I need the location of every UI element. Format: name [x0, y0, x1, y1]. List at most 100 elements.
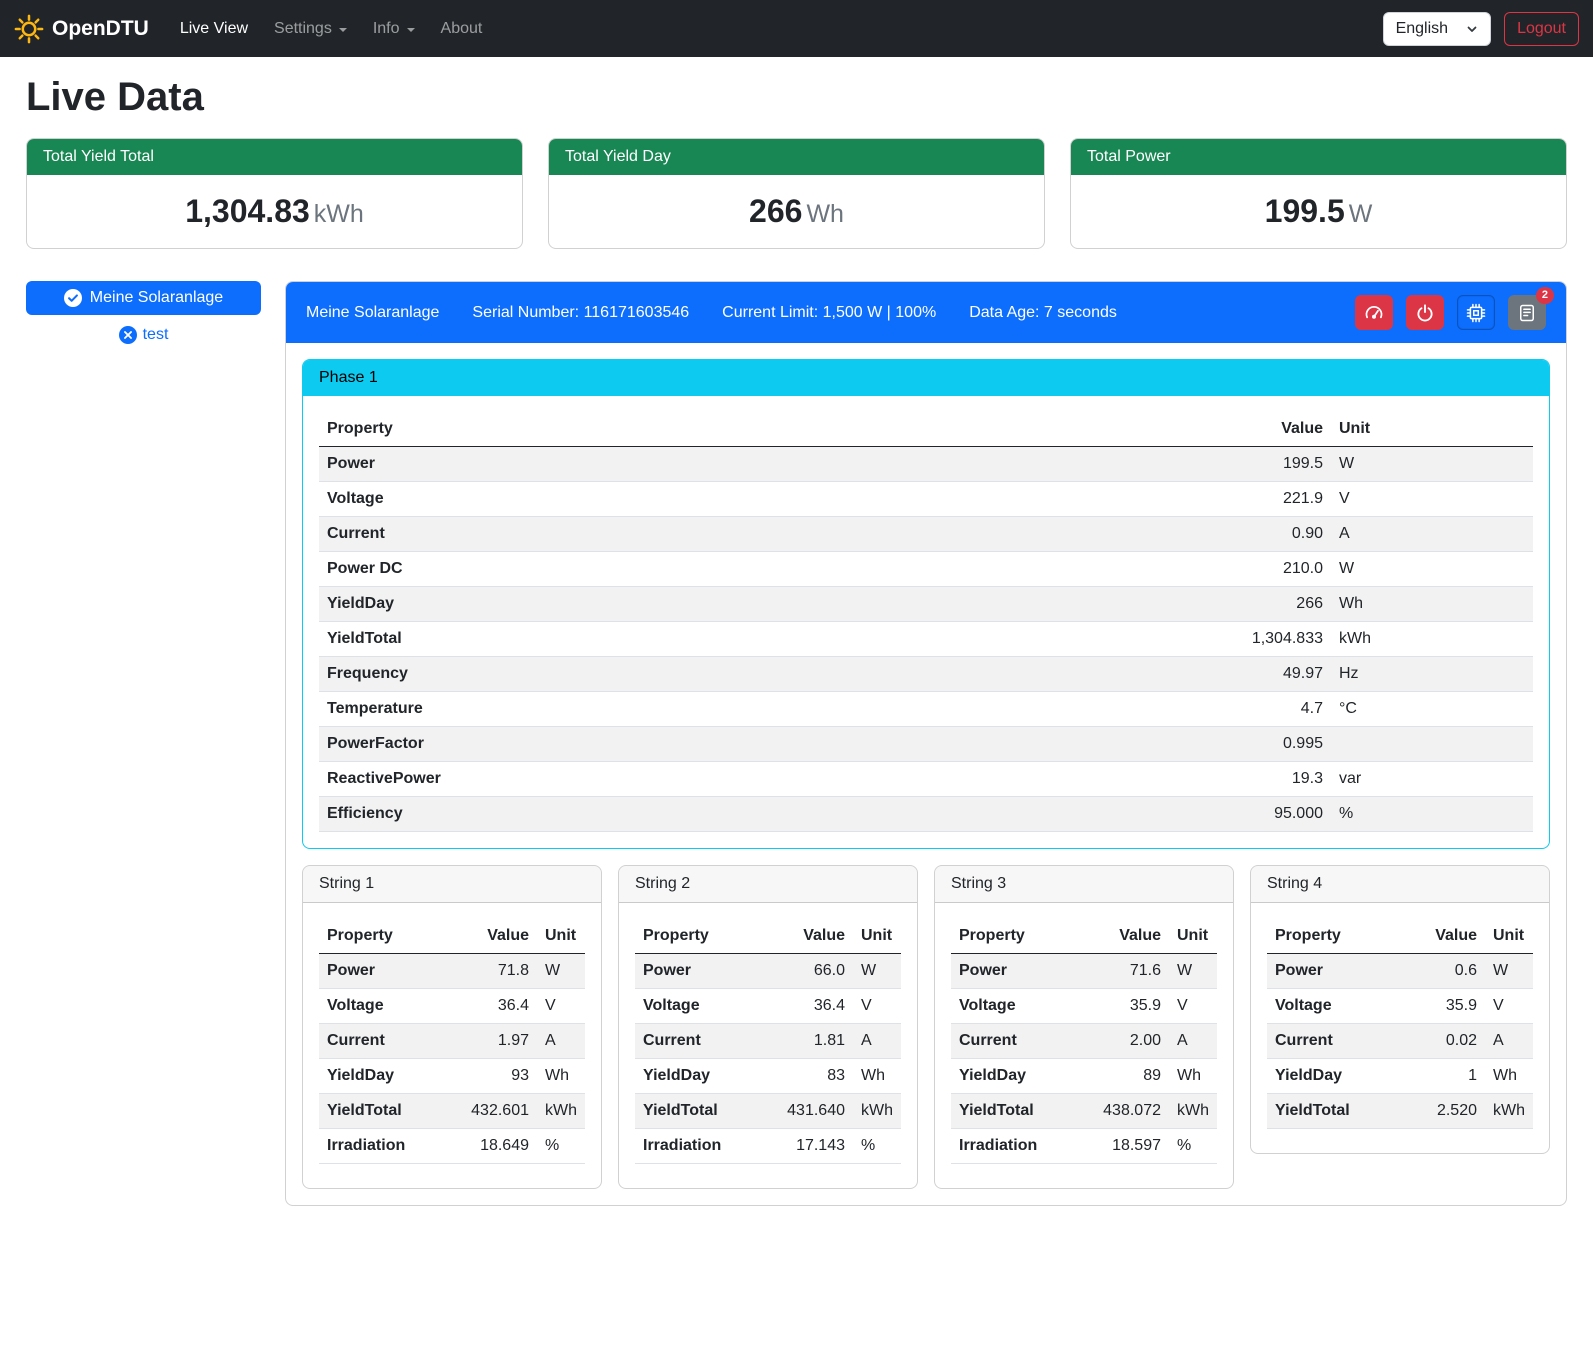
unit-cell: %: [853, 1129, 901, 1164]
speedometer-icon: [1364, 303, 1384, 323]
string-table: Property Value Unit Power0.6W Voltage35.…: [1267, 919, 1533, 1129]
device-info-button[interactable]: [1457, 295, 1495, 330]
string-card-3: String 3 Property Value Unit: [934, 865, 1234, 1189]
chevron-down-icon: [1466, 23, 1478, 35]
value-cell: 17.143: [757, 1129, 853, 1164]
property-cell: Voltage: [951, 989, 1073, 1024]
brand[interactable]: OpenDTU: [14, 14, 149, 44]
chevron-down-icon: [339, 28, 347, 32]
table-header-row: Property Value Unit: [951, 919, 1217, 954]
limit-settings-button[interactable]: [1355, 295, 1393, 330]
inverter-button-test[interactable]: test: [119, 326, 169, 344]
unit-cell: Wh: [1331, 587, 1533, 622]
unit-cell: kWh: [537, 1094, 585, 1129]
string-title: String 1: [303, 866, 601, 903]
unit-cell: Wh: [537, 1059, 585, 1094]
unit-cell: A: [1331, 517, 1533, 552]
property-cell: Power: [951, 954, 1073, 989]
card-unit: Wh: [806, 200, 844, 228]
card-unit: kWh: [314, 200, 364, 228]
nav-about[interactable]: About: [428, 12, 496, 46]
value-cell: 36.4: [441, 989, 537, 1024]
unit-cell: Wh: [853, 1059, 901, 1094]
property-cell: Power: [635, 954, 757, 989]
nav-live-view[interactable]: Live View: [167, 12, 261, 46]
value-cell: 71.8: [441, 954, 537, 989]
power-button[interactable]: [1406, 295, 1444, 330]
unit-cell: kWh: [1485, 1094, 1533, 1129]
property-cell: Frequency: [319, 657, 924, 692]
card-body: 1,304.83kWh: [27, 175, 522, 248]
nav-settings[interactable]: Settings: [261, 12, 360, 46]
inverter-button-selected[interactable]: Meine Solaranlage: [26, 281, 261, 315]
table-row: Voltage36.4V: [635, 989, 901, 1024]
value-cell: 36.4: [757, 989, 853, 1024]
inverter-limit: Current Limit: 1,500 W | 100%: [722, 304, 936, 322]
table-row: Power0.6W: [1267, 954, 1533, 989]
phase-card: Phase 1 Property Value Unit: [302, 359, 1550, 849]
unit-cell: W: [1485, 954, 1533, 989]
property-cell: Irradiation: [319, 1129, 441, 1164]
string-card-2: String 2 Property Value Unit: [618, 865, 918, 1189]
nav-settings-label: Settings: [274, 20, 332, 38]
table-header-row: Property Value Unit: [1267, 919, 1533, 954]
table-row: YieldTotal2.520kWh: [1267, 1094, 1533, 1129]
property-cell: Power: [1267, 954, 1400, 989]
card-body: 266Wh: [549, 175, 1044, 248]
value-cell: 1.81: [757, 1024, 853, 1059]
table-row: Voltage35.9V: [1267, 989, 1533, 1024]
unit-cell: %: [1331, 797, 1533, 832]
logout-button[interactable]: Logout: [1504, 12, 1579, 46]
unit-cell: W: [1331, 447, 1533, 482]
value-cell: 1,304.833: [924, 622, 1331, 657]
card-total-yield-total: Total Yield Total 1,304.83kWh: [26, 138, 523, 249]
value-cell: 83: [757, 1059, 853, 1094]
property-cell: Current: [951, 1024, 1073, 1059]
card-total-power: Total Power 199.5W: [1070, 138, 1567, 249]
card-title: Total Power: [1071, 139, 1566, 175]
value-cell: 1.97: [441, 1024, 537, 1059]
column-header-property: Property: [319, 412, 924, 447]
value-cell: 210.0: [924, 552, 1331, 587]
inverter-panel-header: Meine Solaranlage Serial Number: 1161716…: [286, 282, 1566, 343]
column-header-unit: Unit: [853, 919, 901, 954]
card-value: 1,304.83: [185, 193, 310, 229]
card-title: Total Yield Day: [549, 139, 1044, 175]
property-cell: Power DC: [319, 552, 924, 587]
unit-cell: A: [1485, 1024, 1533, 1059]
unit-cell: A: [1169, 1024, 1217, 1059]
nav-right: English Logout: [1383, 12, 1579, 46]
value-cell: 266: [924, 587, 1331, 622]
value-cell: 35.9: [1400, 989, 1485, 1024]
table-row: Irradiation18.597%: [951, 1129, 1217, 1164]
language-select[interactable]: English: [1383, 12, 1491, 46]
page-content: Live Data Total Yield Total 1,304.83kWh …: [0, 75, 1593, 1232]
unit-cell: var: [1331, 762, 1533, 797]
value-cell: 18.597: [1073, 1129, 1169, 1164]
value-cell: 35.9: [1073, 989, 1169, 1024]
column-header-value: Value: [441, 919, 537, 954]
inverter-panel-body: Phase 1 Property Value Unit: [286, 343, 1566, 1205]
table-row: YieldDay83Wh: [635, 1059, 901, 1094]
unit-cell: W: [537, 954, 585, 989]
event-log-button[interactable]: 2: [1508, 295, 1546, 330]
property-cell: Efficiency: [319, 797, 924, 832]
unit-cell: %: [537, 1129, 585, 1164]
summary-cards-row: Total Yield Total 1,304.83kWh Total Yiel…: [26, 138, 1567, 249]
table-row: Efficiency95.000%: [319, 797, 1533, 832]
property-cell: Irradiation: [635, 1129, 757, 1164]
value-cell: 1: [1400, 1059, 1485, 1094]
string-table: Property Value Unit Power71.6W Voltage35…: [951, 919, 1217, 1164]
unit-cell: W: [1169, 954, 1217, 989]
table-header-row: Property Value Unit: [319, 412, 1533, 447]
power-icon: [1415, 303, 1435, 323]
value-cell: 0.02: [1400, 1024, 1485, 1059]
string-table: Property Value Unit Power71.8W Voltage36…: [319, 919, 585, 1164]
property-cell: Temperature: [319, 692, 924, 727]
property-cell: YieldTotal: [1267, 1094, 1400, 1129]
nav-info[interactable]: Info: [360, 12, 428, 46]
table-row: Irradiation17.143%: [635, 1129, 901, 1164]
value-cell: 93: [441, 1059, 537, 1094]
x-circle-icon: [119, 326, 137, 344]
value-cell: 438.072: [1073, 1094, 1169, 1129]
